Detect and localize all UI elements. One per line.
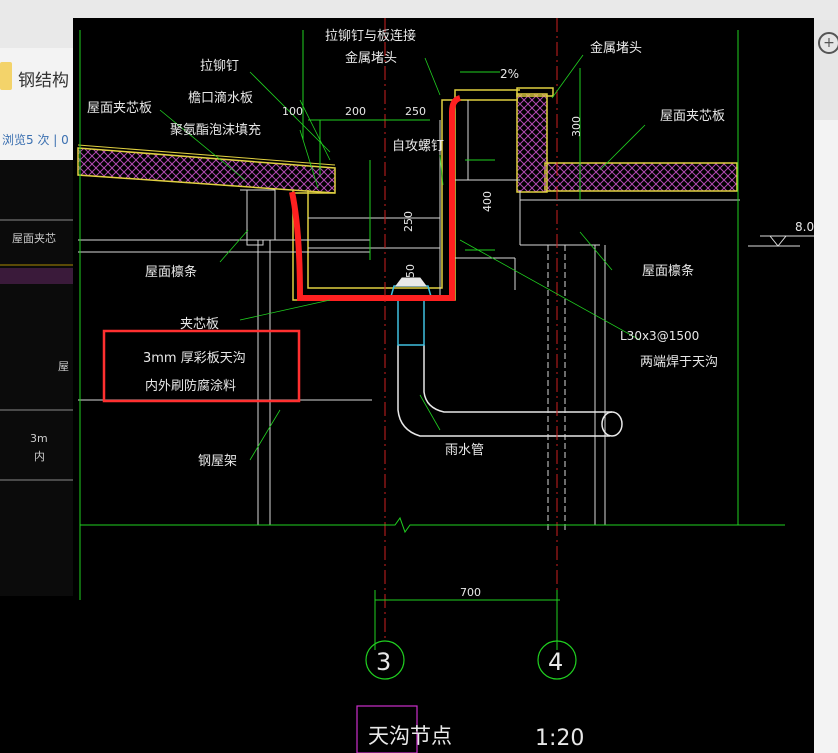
- dim-50: 50: [404, 264, 417, 278]
- page-title: 钢结构: [18, 71, 69, 91]
- label-foam-fill: 聚氨酯泡沫填充: [170, 122, 261, 138]
- dim-200: 200: [345, 105, 366, 118]
- label-rivet-to-panel: 拉铆钉与板连接: [325, 28, 416, 44]
- frag-label-3: 3m: [30, 432, 48, 445]
- label-metal-cap-right: 金属堵头: [590, 40, 642, 56]
- dim-300: 300: [570, 116, 583, 137]
- label-angle-spec: L30x3@1500: [620, 329, 699, 343]
- scale-label: 1:20: [535, 726, 584, 751]
- label-elevation: 8.000: [795, 220, 814, 234]
- label-blind-rivet: 拉铆钉: [200, 59, 239, 74]
- label-roof-sandwich-left: 屋面夹芯板: [87, 101, 152, 116]
- frag-label-1: 屋面夹芯: [12, 231, 56, 245]
- axis-3-label: 3: [376, 648, 391, 676]
- label-self-tapping-screw: 自攻螺钉: [392, 139, 444, 154]
- axis-4-label: 4: [548, 648, 563, 676]
- view-count: 浏览5 次 | 0: [2, 133, 69, 147]
- frag-label-2: 屋: [58, 360, 69, 373]
- dim-100: 100: [282, 105, 303, 118]
- dim-250-vertical: 250: [402, 211, 415, 232]
- label-gutter-material: 3mm 厚彩板天沟: [143, 351, 246, 366]
- cad-left-strip: [0, 596, 73, 753]
- background-drawing: 屋面夹芯 屋 3m 内: [0, 160, 80, 630]
- plus-icon[interactable]: +: [818, 32, 838, 54]
- cad-drawing: 拉铆钉与板连接 金属堵头 金属堵头 2% 拉铆钉 檐口滴水板 聚氨酯泡沫填充 屋…: [73, 18, 814, 753]
- node-title: 天沟节点: [368, 724, 452, 748]
- label-metal-cap-top: 金属堵头: [345, 50, 397, 66]
- label-slope: 2%: [500, 67, 519, 81]
- label-roof-purlin-left: 屋面檩条: [145, 264, 197, 280]
- label-anticorrosion: 内外刷防腐涂料: [145, 378, 236, 394]
- frag-label-4: 内: [34, 449, 45, 463]
- label-roof-purlin-right: 屋面檩条: [642, 263, 694, 279]
- dim-700: 700: [460, 586, 481, 599]
- label-welded-note: 两端焊于天沟: [640, 354, 718, 370]
- title-badge: [0, 62, 12, 90]
- label-eave-drip: 檐口滴水板: [188, 90, 253, 106]
- dim-400: 400: [481, 191, 494, 212]
- label-roof-sandwich-right: 屋面夹芯板: [660, 109, 725, 124]
- label-rain-pipe: 雨水管: [445, 443, 484, 458]
- dim-250-top: 250: [405, 105, 426, 118]
- label-steel-truss: 钢屋架: [198, 454, 237, 469]
